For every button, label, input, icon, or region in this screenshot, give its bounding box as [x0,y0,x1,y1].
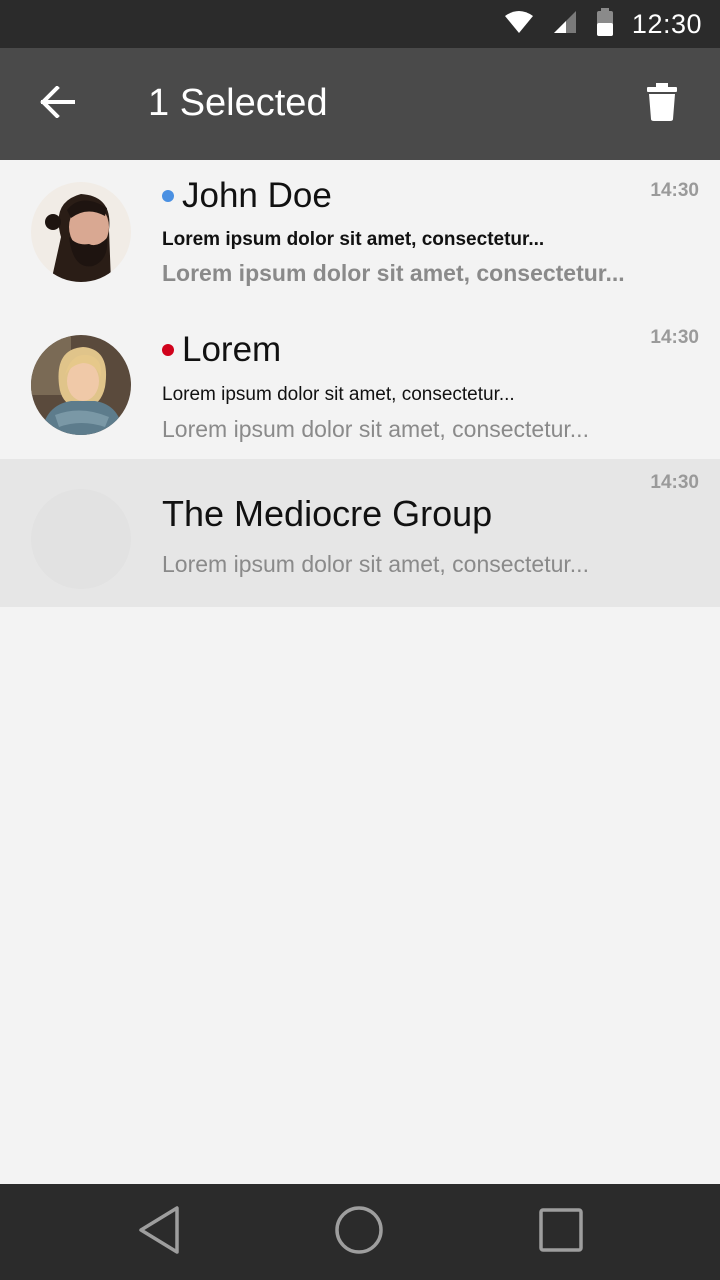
app-bar: 1 Selected [0,48,720,160]
page-title: 1 Selected [148,82,328,124]
trash-icon [647,82,677,126]
message-subject: Lorem ipsum dolor sit amet, consectetur.… [162,384,515,405]
status-icons: 12:30 [504,0,702,48]
back-button[interactable] [28,74,88,134]
contact-name: John Doe [162,176,332,216]
avatar [31,182,131,282]
conversation-row[interactable]: John Doe Lorem ipsum dolor sit amet, con… [0,160,720,310]
contact-name: Lorem [162,330,281,370]
message-preview: Lorem ipsum dolor sit amet, consectetur.… [162,416,589,442]
status-time: 12:30 [631,8,702,39]
home-circle-icon [334,1205,384,1260]
nav-recents-button[interactable] [531,1202,591,1262]
conversation-row[interactable]: Lorem Lorem ipsum dolor sit amet, consec… [0,310,720,459]
delete-button[interactable] [634,76,690,132]
message-preview: Lorem ipsum dolor sit amet, consectetur.… [162,260,625,286]
contact-name: The Mediocre Group [162,493,493,534]
conversation-row-selected[interactable]: The Mediocre Group Lorem ipsum dolor sit… [0,459,720,607]
cell-signal-icon [552,10,578,39]
contact-name-text: John Doe [182,176,332,215]
unread-dot [162,190,174,202]
contact-name-text: Lorem [182,330,282,369]
message-preview: Lorem ipsum dolor sit amet, consectetur.… [162,551,589,577]
unread-dot [162,344,174,356]
message-time: 14:30 [650,327,699,348]
nav-back-button[interactable] [130,1202,190,1262]
avatar-placeholder [31,489,131,589]
system-nav-bar [0,1184,720,1280]
wifi-icon [504,10,534,39]
avatar [31,335,131,435]
back-triangle-icon [137,1205,183,1260]
recents-square-icon [538,1207,584,1258]
status-bar: 12:30 [0,0,720,48]
battery-icon [596,7,614,41]
message-time: 14:30 [650,472,699,493]
conversation-list: John Doe Lorem ipsum dolor sit amet, con… [0,160,720,607]
nav-home-button[interactable] [329,1202,389,1262]
arrow-back-icon [40,84,76,123]
message-time: 14:30 [650,180,699,201]
message-subject: Lorem ipsum dolor sit amet, consectetur.… [162,229,545,250]
